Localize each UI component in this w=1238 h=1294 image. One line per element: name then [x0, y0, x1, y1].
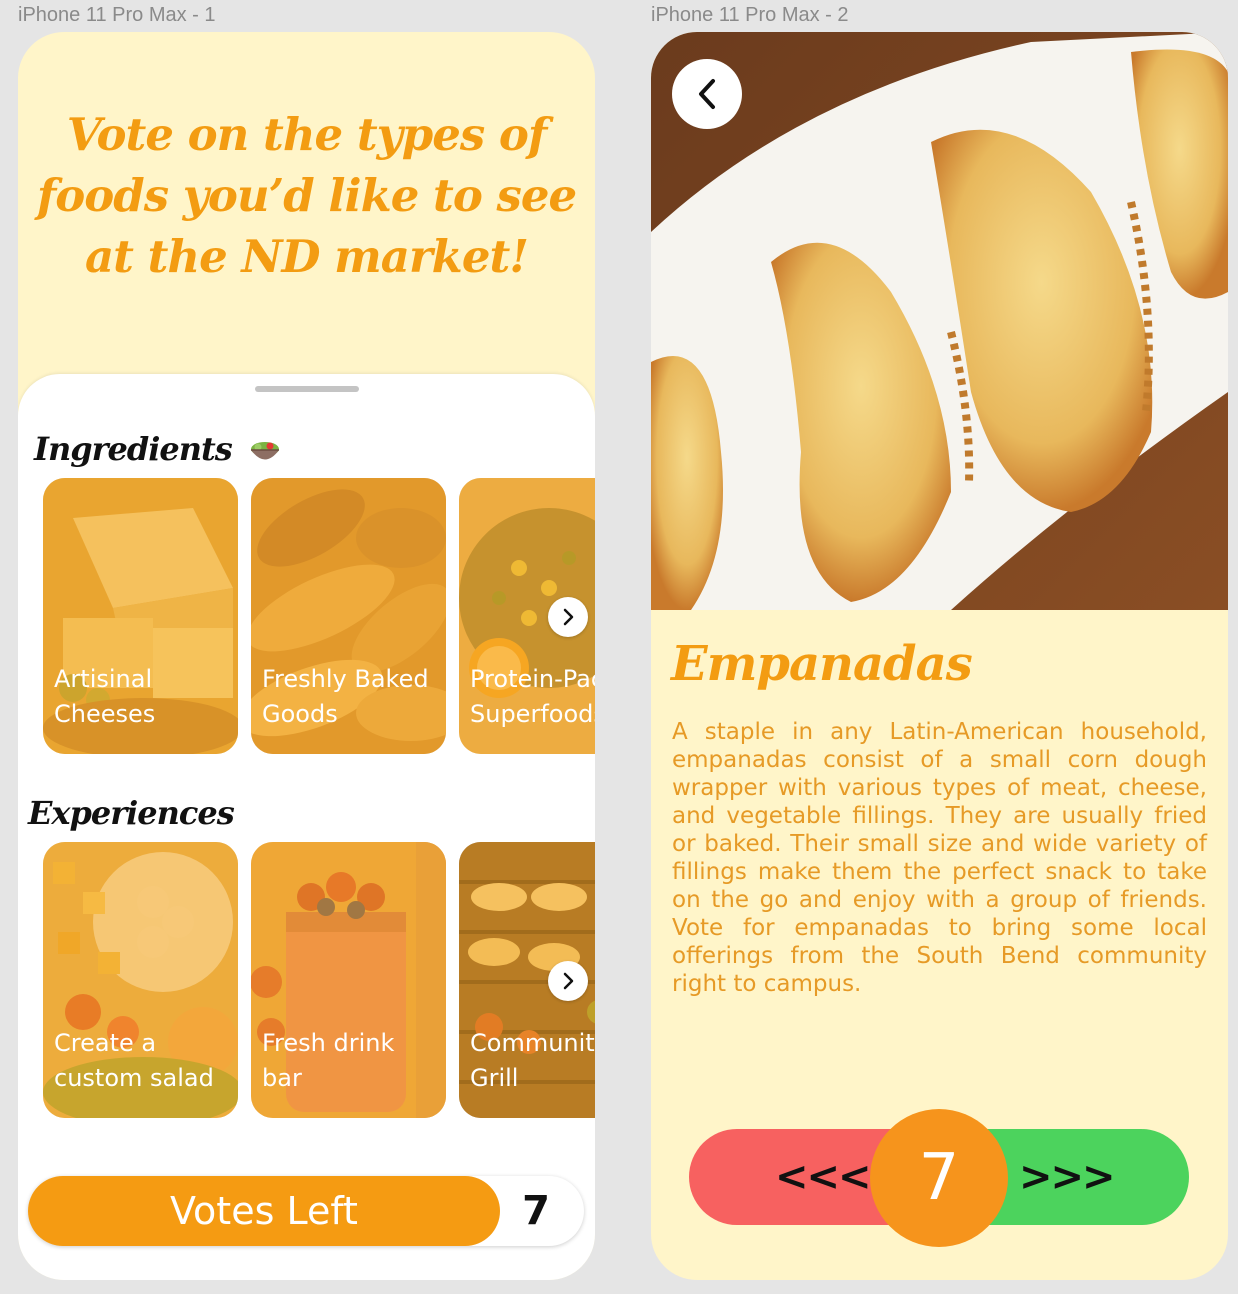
empanadas-photo — [651, 32, 1228, 610]
card-label: Community Grill — [470, 1029, 595, 1092]
back-button[interactable] — [672, 59, 742, 129]
card-freshly-baked-goods[interactable]: Freshly Baked Goods — [251, 478, 446, 754]
experiences-next-button[interactable] — [548, 961, 588, 1001]
frame-label-2: iPhone 11 Pro Max - 2 — [651, 4, 849, 26]
ingredients-carousel[interactable]: Artisinal Cheeses Freshly Baked Goods Pr… — [43, 478, 595, 754]
chevron-right-icon — [563, 972, 574, 990]
card-fresh-drink-bar[interactable]: Fresh drink bar — [251, 842, 446, 1118]
card-artisinal-cheeses[interactable]: Artisinal Cheeses — [43, 478, 238, 754]
vote-slider[interactable]: <<< >>> 7 — [689, 1109, 1189, 1247]
voting-home-screen: Vote on the types of foods you’d like to… — [18, 32, 595, 1280]
card-label: Freshly Baked Goods — [262, 665, 429, 728]
food-detail-screen: Empanadas A staple in any Latin-American… — [651, 32, 1228, 1280]
experiences-section-title: Experiences — [28, 794, 235, 832]
salad-bowl-icon — [250, 441, 279, 459]
experiences-carousel[interactable]: Create a custom salad Fresh drink bar Co… — [43, 842, 595, 1118]
vote-count-knob[interactable]: 7 — [870, 1109, 1008, 1247]
votes-left-count: 7 — [522, 1188, 550, 1234]
page-headline: Vote on the types of foods you’d like to… — [36, 108, 577, 283]
card-label: Create a custom salad — [54, 1029, 214, 1092]
card-custom-salad[interactable]: Create a custom salad — [43, 842, 238, 1118]
frame-label-1: iPhone 11 Pro Max - 1 — [18, 4, 216, 26]
swipe-left-arrows: <<< — [775, 1154, 872, 1200]
votes-left-bar: Votes Left 7 — [28, 1176, 584, 1246]
card-label: Artisinal Cheeses — [54, 665, 156, 728]
bottom-sheet: Ingredients Artisinal Cheeses Freshly Ba… — [18, 374, 595, 1280]
ingredients-next-button[interactable] — [548, 597, 588, 637]
ingredients-title-text: Ingredients — [34, 430, 233, 468]
votes-left-button[interactable]: Votes Left — [28, 1176, 500, 1246]
ingredients-section-title: Ingredients — [34, 430, 282, 468]
swipe-right-arrows: >>> — [1019, 1154, 1116, 1200]
chevron-left-icon — [699, 79, 715, 109]
food-title: Empanadas — [671, 636, 973, 692]
sheet-handle[interactable] — [255, 386, 359, 392]
empanadas-image — [651, 32, 1228, 610]
card-label: Protein-Packed Superfoods — [470, 665, 595, 728]
chevron-right-icon — [563, 608, 574, 626]
card-label: Fresh drink bar — [262, 1029, 395, 1092]
food-description: A staple in any Latin-American household… — [672, 719, 1207, 997]
